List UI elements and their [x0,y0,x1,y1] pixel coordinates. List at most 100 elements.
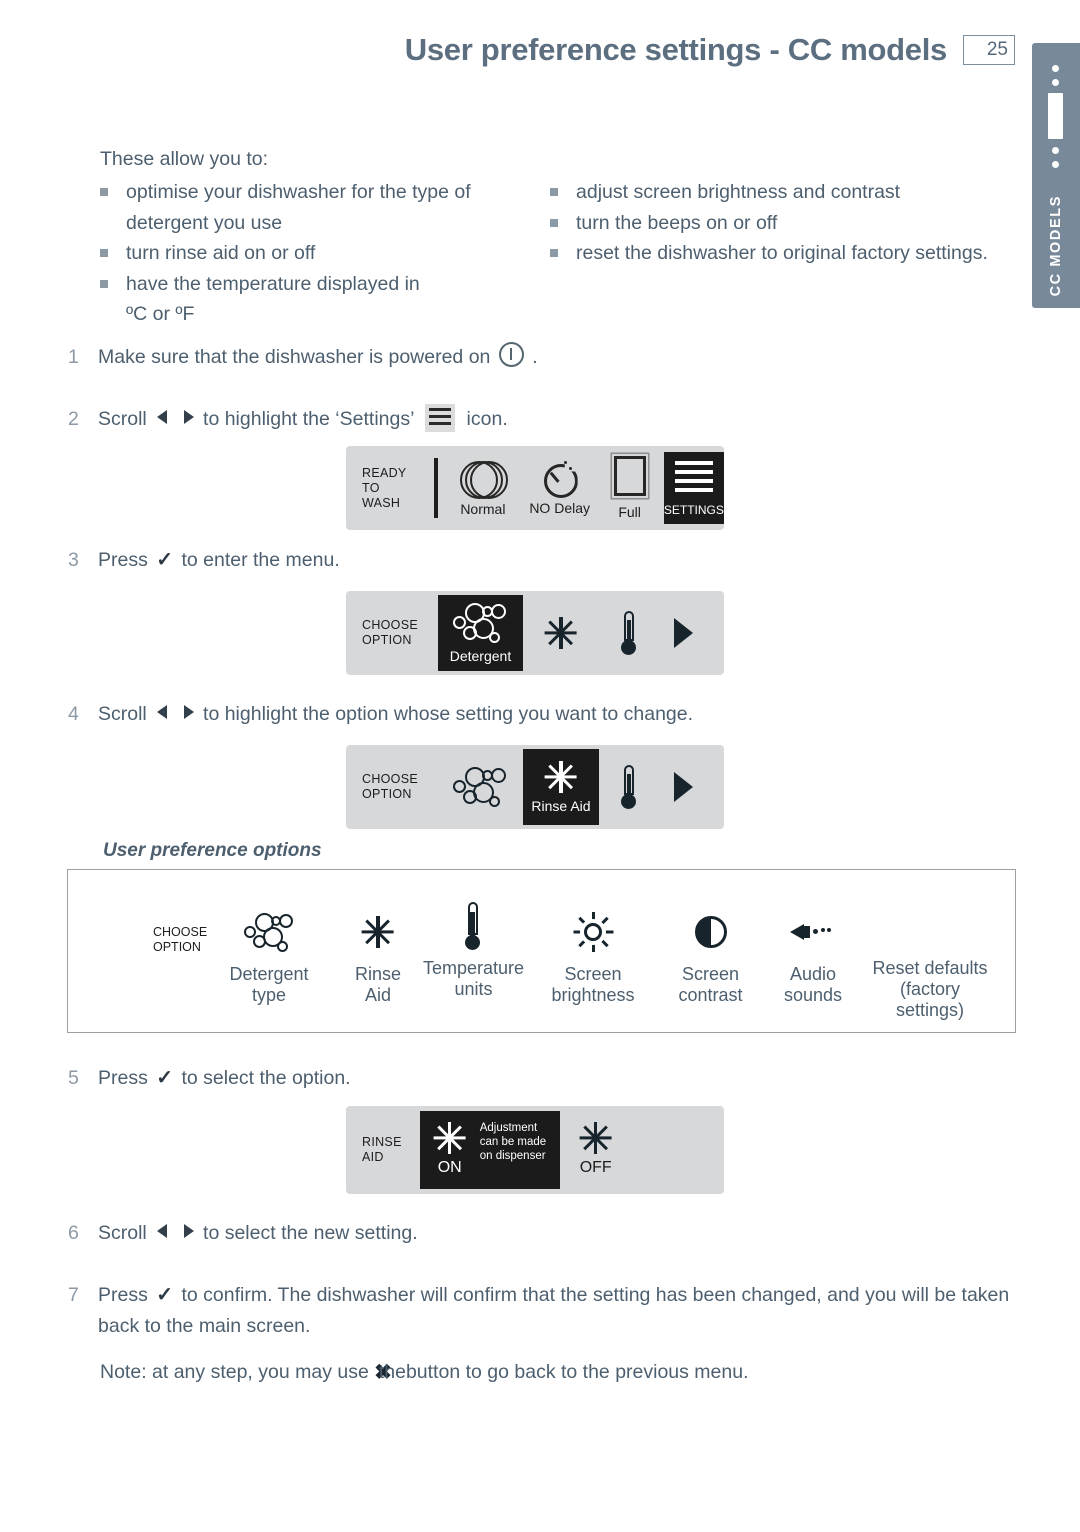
step-7: 7 Press ✓ to confirm. The dishwasher wil… [68,1280,1013,1342]
step-text-end: to select the new setting. [203,1222,418,1244]
display-cell-caption: ON [437,1159,462,1176]
display-cell-caption: Full [618,504,641,520]
panel-status-label: CHOOSE OPTION [362,772,418,801]
check-icon: ✓ [156,1067,174,1089]
option-label: Screen contrast [678,964,743,1005]
bullet-square-icon [100,249,108,257]
list-item: optimise your dishwasher for the type of… [100,177,550,238]
intro-left-column: optimise your dishwasher for the type of… [100,177,550,330]
step-text-press: Press [98,1284,148,1306]
step-text-press: Press [98,549,148,571]
option-label: Screen brightness [551,964,635,1005]
bullet-text: turn the beeps on or off [576,211,778,234]
step-text-end: icon. [466,408,508,430]
display-cell-caption: SETTINGS [663,503,724,517]
step-text: Press ✓ to confirm. The dishwasher will … [98,1280,1013,1342]
intro-lead: These allow you to: [100,148,269,170]
contrast-icon [694,906,727,958]
bullet-text: optimise your dishwasher for the type of… [126,181,471,234]
step-1: 1 Make sure that the dishwasher is power… [68,342,968,373]
option-screen-brightness[interactable]: Screen brightness [523,906,663,1006]
bullet-text: have the temperature displayed in [126,272,420,295]
thermometer-icon [619,765,639,809]
option-label: Reset defaults (factory settings) [872,958,988,1020]
note-text-after: button to go back to the previous menu. [405,1361,749,1383]
display-panel-rinse-aid-onoff: RINSE AID ON Adjustment can be made on d… [346,1106,724,1194]
snowflake-icon [433,1122,466,1154]
option-detergent-type[interactable]: Detergent type [208,906,330,1006]
bubbles-icon [243,906,295,958]
step-2: 2 Scroll to highlight the ‘Settings’ ico… [68,404,968,435]
option-label: Detergent type [229,964,309,1005]
panel-status-label: RINSE AID [362,1135,402,1164]
tab-dot-icon [1052,79,1059,86]
side-tab-cc-models: CC MODELS [1032,43,1080,308]
display-panel-choose-option-detergent: CHOOSE OPTION Detergent [346,591,724,675]
sun-icon [573,906,613,958]
list-item: adjust screen brightness and contrast [550,177,1000,208]
display-cell-full[interactable]: Full [600,452,660,524]
play-arrow-icon [674,772,694,802]
side-tab-label: CC MODELS [1048,194,1064,296]
display-cell-normal[interactable]: Normal [446,452,520,524]
step-text: Press ✓ to select the option. [98,1063,968,1094]
step-number: 5 [68,1067,79,1089]
note-text: Note: at any step, you may use ✖thebutto… [100,1360,749,1385]
option-reset-defaults[interactable]: Reset defaults (factory settings) [840,958,1020,1021]
option-label: Audio sounds [783,964,843,1005]
display-cell-detergent[interactable]: Detergent [437,595,523,671]
step-number: 7 [68,1284,79,1306]
step-text-before: Make sure that the dishwasher is powered… [98,346,491,368]
list-item: have the temperature displayed in [100,269,550,300]
display-cell-rinse-aid-on[interactable]: ON Adjustment can be made on dispenser [419,1111,560,1189]
bullet-square-icon [100,279,108,288]
step-text-scroll: Scroll [98,408,147,430]
speaker-icon [790,906,836,958]
step-text: Scroll to highlight the option whose set… [98,699,1008,730]
display-cell-settings[interactable]: SETTINGS [663,452,724,524]
option-screen-contrast[interactable]: Screen contrast [648,906,773,1006]
display-cell-temperature[interactable] [599,595,659,671]
display-cell-temperature[interactable] [599,749,659,825]
option-label: Rinse Aid [354,964,402,1005]
option-label: Temperature units [422,958,525,999]
display-cell-caption: Rinse Aid [531,798,591,814]
bubbles-icon [451,766,509,808]
bullet-square-icon [100,188,108,196]
display-cell-caption: OFF [579,1159,612,1176]
step-text: Make sure that the dishwasher is powered… [98,342,968,373]
step-text-after: . [532,346,538,368]
display-cell-caption: Normal [460,501,506,517]
display-cell-no-delay[interactable]: NO Delay [520,452,600,524]
bullet-text: turn rinse aid on or off [126,242,316,264]
check-icon: ✓ [156,549,174,571]
tab-bar-icon [1048,93,1063,139]
settings-icon [673,459,715,499]
clock-icon [542,460,578,498]
page-title-sub: - CC models [769,32,947,67]
display-panel-choose-option-rinse-aid: CHOOSE OPTION Rinse Aid [346,745,724,829]
choose-option-label: CHOOSE OPTION [153,925,208,954]
bullet-text: reset the dishwasher to original factory… [576,242,988,264]
step-text: Scroll to select the new setting. [98,1218,968,1249]
step-text-scroll: Scroll [98,1222,147,1244]
settings-icon [425,404,456,432]
list-item: turn the beeps on or off [550,208,1000,239]
display-cell-rinse-aid-off[interactable]: OFF [560,1111,632,1189]
display-cell-rinse-aid[interactable]: Rinse Aid [522,749,599,825]
display-cell-rinse-aid[interactable] [523,595,599,671]
display-cell-detergent[interactable] [438,749,523,825]
step-text: Press ✓ to enter the menu. [98,545,968,576]
intro-block: These allow you to: optimise your dishwa… [100,148,1000,330]
step-5: 5 Press ✓ to select the option. [68,1063,968,1094]
bullet-text: adjust screen brightness and contrast [576,181,901,203]
snowflake-icon [579,1122,612,1154]
display-cell-next[interactable] [659,595,709,671]
intro-right-column: adjust screen brightness and contrast tu… [550,177,1000,330]
arrow-right-icon [183,410,194,424]
step-6: 6 Scroll to select the new setting. [68,1218,968,1249]
page-title-main: User preference settings [404,32,762,67]
display-panel-ready-to-wash: READY TO WASH Normal NO Delay Full SETTI… [346,446,724,530]
display-cell-caption: NO Delay [529,500,590,516]
display-cell-next[interactable] [659,749,709,825]
